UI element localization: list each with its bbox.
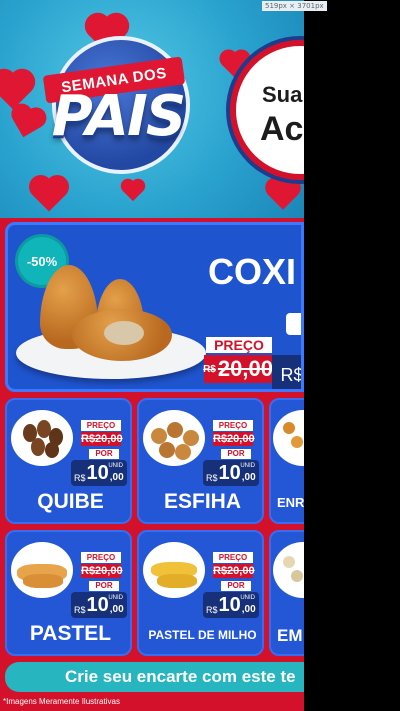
unit-label: UNID bbox=[108, 463, 123, 469]
product-card-pastel[interactable]: PREÇO R$20,00 POR R$ 10 ,00 UNID PASTEL bbox=[5, 530, 132, 656]
product-card-pastel-de-milho[interactable]: PREÇO R$20,00 POR R$ 10 ,00 UNID PASTEL … bbox=[137, 530, 264, 656]
price-big: 10 bbox=[218, 594, 241, 616]
old-price-value: 20,00 bbox=[217, 356, 273, 381]
old-price: R$20,00 bbox=[81, 432, 123, 446]
old-price: R$20,00 bbox=[213, 564, 255, 578]
preco-label: PREÇO bbox=[213, 552, 253, 563]
product-card-partial[interactable]: ENR bbox=[269, 398, 304, 524]
old-currency: R$ bbox=[203, 363, 216, 375]
new-price: R$ 10 ,00 UNID bbox=[203, 592, 259, 618]
new-price: R$ bbox=[272, 355, 301, 389]
product-name: ENR bbox=[277, 495, 304, 510]
featured-title: COXI bbox=[208, 251, 297, 292]
hero-title: PAIS bbox=[51, 84, 186, 149]
price-big: 10 bbox=[218, 462, 241, 484]
product-image bbox=[273, 542, 304, 598]
featured-product: -50% COXI PREÇO R$ 20,00 R$ bbox=[5, 222, 304, 392]
price-big: 10 bbox=[86, 462, 109, 484]
pastel-image bbox=[11, 542, 73, 598]
currency: R$ bbox=[74, 605, 86, 615]
por-label: POR bbox=[89, 581, 119, 591]
flyer-canvas: SEMANA DOS PAIS Sua Ac -50% COXI PREÇO R… bbox=[0, 0, 304, 711]
old-price: R$20,00 bbox=[213, 432, 255, 446]
bubble-text-line1: Sua bbox=[262, 82, 303, 107]
bubble-text-line2: Ac bbox=[260, 110, 304, 148]
price-tag-top bbox=[286, 313, 301, 335]
old-price: R$20,00 bbox=[81, 564, 123, 578]
product-name: EM bbox=[277, 626, 303, 645]
product-name: PASTEL DE MILHO bbox=[148, 628, 257, 642]
heart-icon bbox=[268, 180, 298, 210]
quibe-image bbox=[11, 410, 73, 466]
preco-label: PREÇO bbox=[206, 337, 272, 353]
por-label: POR bbox=[89, 449, 119, 459]
price-cents: ,00 bbox=[241, 604, 256, 615]
price-cents: ,00 bbox=[109, 604, 124, 615]
unit-label: UNID bbox=[108, 595, 123, 601]
product-image bbox=[273, 410, 304, 466]
unit-label: UNID bbox=[240, 463, 255, 469]
currency: R$ bbox=[74, 473, 86, 483]
product-card-esfiha[interactable]: PREÇO R$20,00 POR R$ 10 ,00 UNID ESFIHA bbox=[137, 398, 264, 524]
hero-banner: SEMANA DOS PAIS Sua Ac bbox=[0, 0, 304, 218]
currency: R$ bbox=[206, 605, 218, 615]
new-price: R$ 10 ,00 UNID bbox=[203, 460, 259, 486]
por-label: POR bbox=[221, 449, 251, 459]
esfiha-image bbox=[143, 410, 205, 466]
product-name: PASTEL bbox=[29, 622, 112, 645]
product-name: ESFIHA bbox=[163, 490, 241, 513]
currency: R$ bbox=[206, 473, 218, 483]
heart-icon bbox=[32, 178, 66, 212]
old-price: R$ 20,00 bbox=[203, 355, 273, 383]
dimension-label: 519px × 3701px bbox=[262, 1, 327, 11]
disclaimer-text: *Imagens Meramente Ilustrativas bbox=[3, 697, 120, 706]
product-name: QUIBE bbox=[37, 490, 104, 513]
preco-label: PREÇO bbox=[81, 420, 121, 431]
price-cents: ,00 bbox=[109, 472, 124, 483]
price-cents: ,00 bbox=[241, 472, 256, 483]
cta-banner[interactable]: Crie seu encarte com este te bbox=[5, 662, 304, 692]
preco-label: PREÇO bbox=[81, 552, 121, 563]
product-card-quibe[interactable]: PREÇO R$20,00 POR R$ 10 ,00 UNID QUIBE bbox=[5, 398, 132, 524]
unit-label: UNID bbox=[240, 595, 255, 601]
heart-icon bbox=[122, 180, 144, 202]
coxinha-filling bbox=[104, 321, 144, 345]
new-price: R$ 10 ,00 UNID bbox=[71, 460, 127, 486]
pastel-de-milho-image bbox=[143, 542, 205, 598]
product-card-partial[interactable]: EM bbox=[269, 530, 304, 656]
new-price: R$ 10 ,00 UNID bbox=[71, 592, 127, 618]
por-label: POR bbox=[221, 581, 251, 591]
price-big: 10 bbox=[86, 594, 109, 616]
preco-label: PREÇO bbox=[213, 420, 253, 431]
empty-area bbox=[304, 0, 400, 711]
